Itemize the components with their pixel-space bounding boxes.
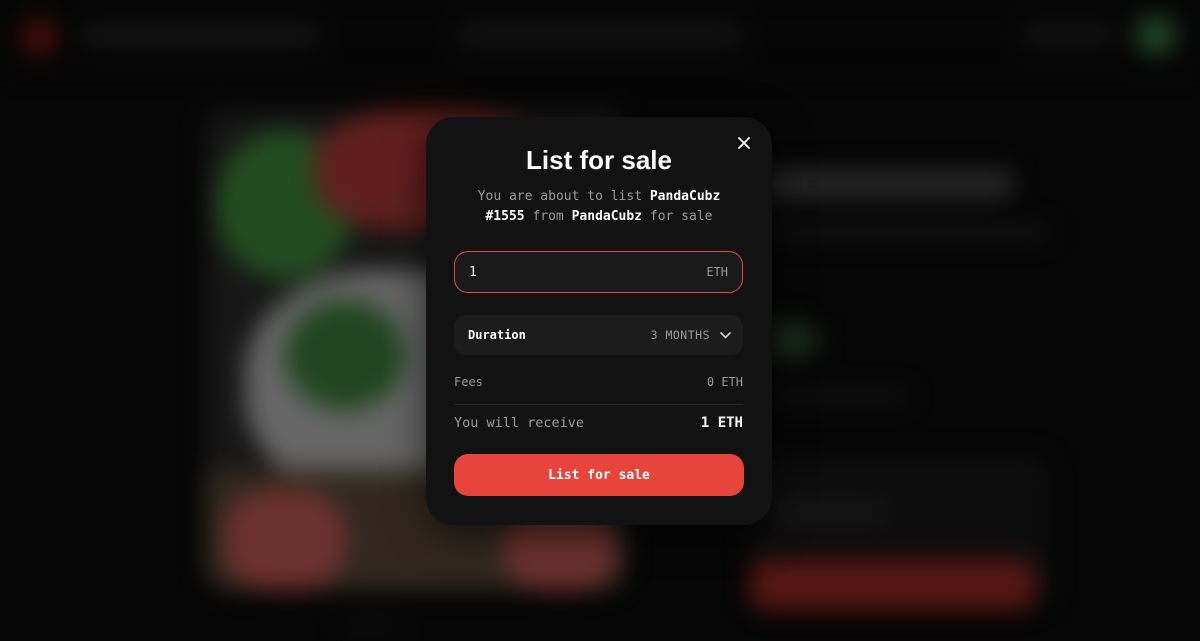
description-from: from xyxy=(524,209,572,224)
receive-value: 1 ETH xyxy=(700,415,743,431)
description-suffix: for sale xyxy=(642,209,713,224)
chevron-down-icon xyxy=(720,331,731,338)
list-for-sale-modal: List for sale You are about to list Pand… xyxy=(426,117,772,525)
price-input[interactable] xyxy=(469,264,707,280)
duration-label: Duration xyxy=(468,328,526,342)
price-field[interactable]: ETH xyxy=(454,251,743,293)
modal-description: You are about to list PandaCubz #1555 fr… xyxy=(466,187,732,227)
receive-row: You will receive 1 ETH xyxy=(454,415,743,431)
description-prefix: You are about to list xyxy=(477,189,650,204)
price-currency: ETH xyxy=(706,265,728,279)
collection-name: PandaCubz xyxy=(571,209,643,224)
modal-title: List for sale xyxy=(526,145,672,175)
receive-label: You will receive xyxy=(454,415,585,431)
duration-value: 3 MONTHS xyxy=(650,328,710,342)
list-for-sale-button[interactable]: List for sale xyxy=(454,454,744,496)
fees-row: Fees 0 ETH xyxy=(454,375,743,389)
fees-label: Fees xyxy=(454,375,483,389)
duration-select[interactable]: Duration 3 MONTHS xyxy=(454,315,743,355)
fees-value: 0 ETH xyxy=(706,375,743,389)
divider xyxy=(454,404,743,405)
duration-right: 3 MONTHS xyxy=(651,328,731,342)
